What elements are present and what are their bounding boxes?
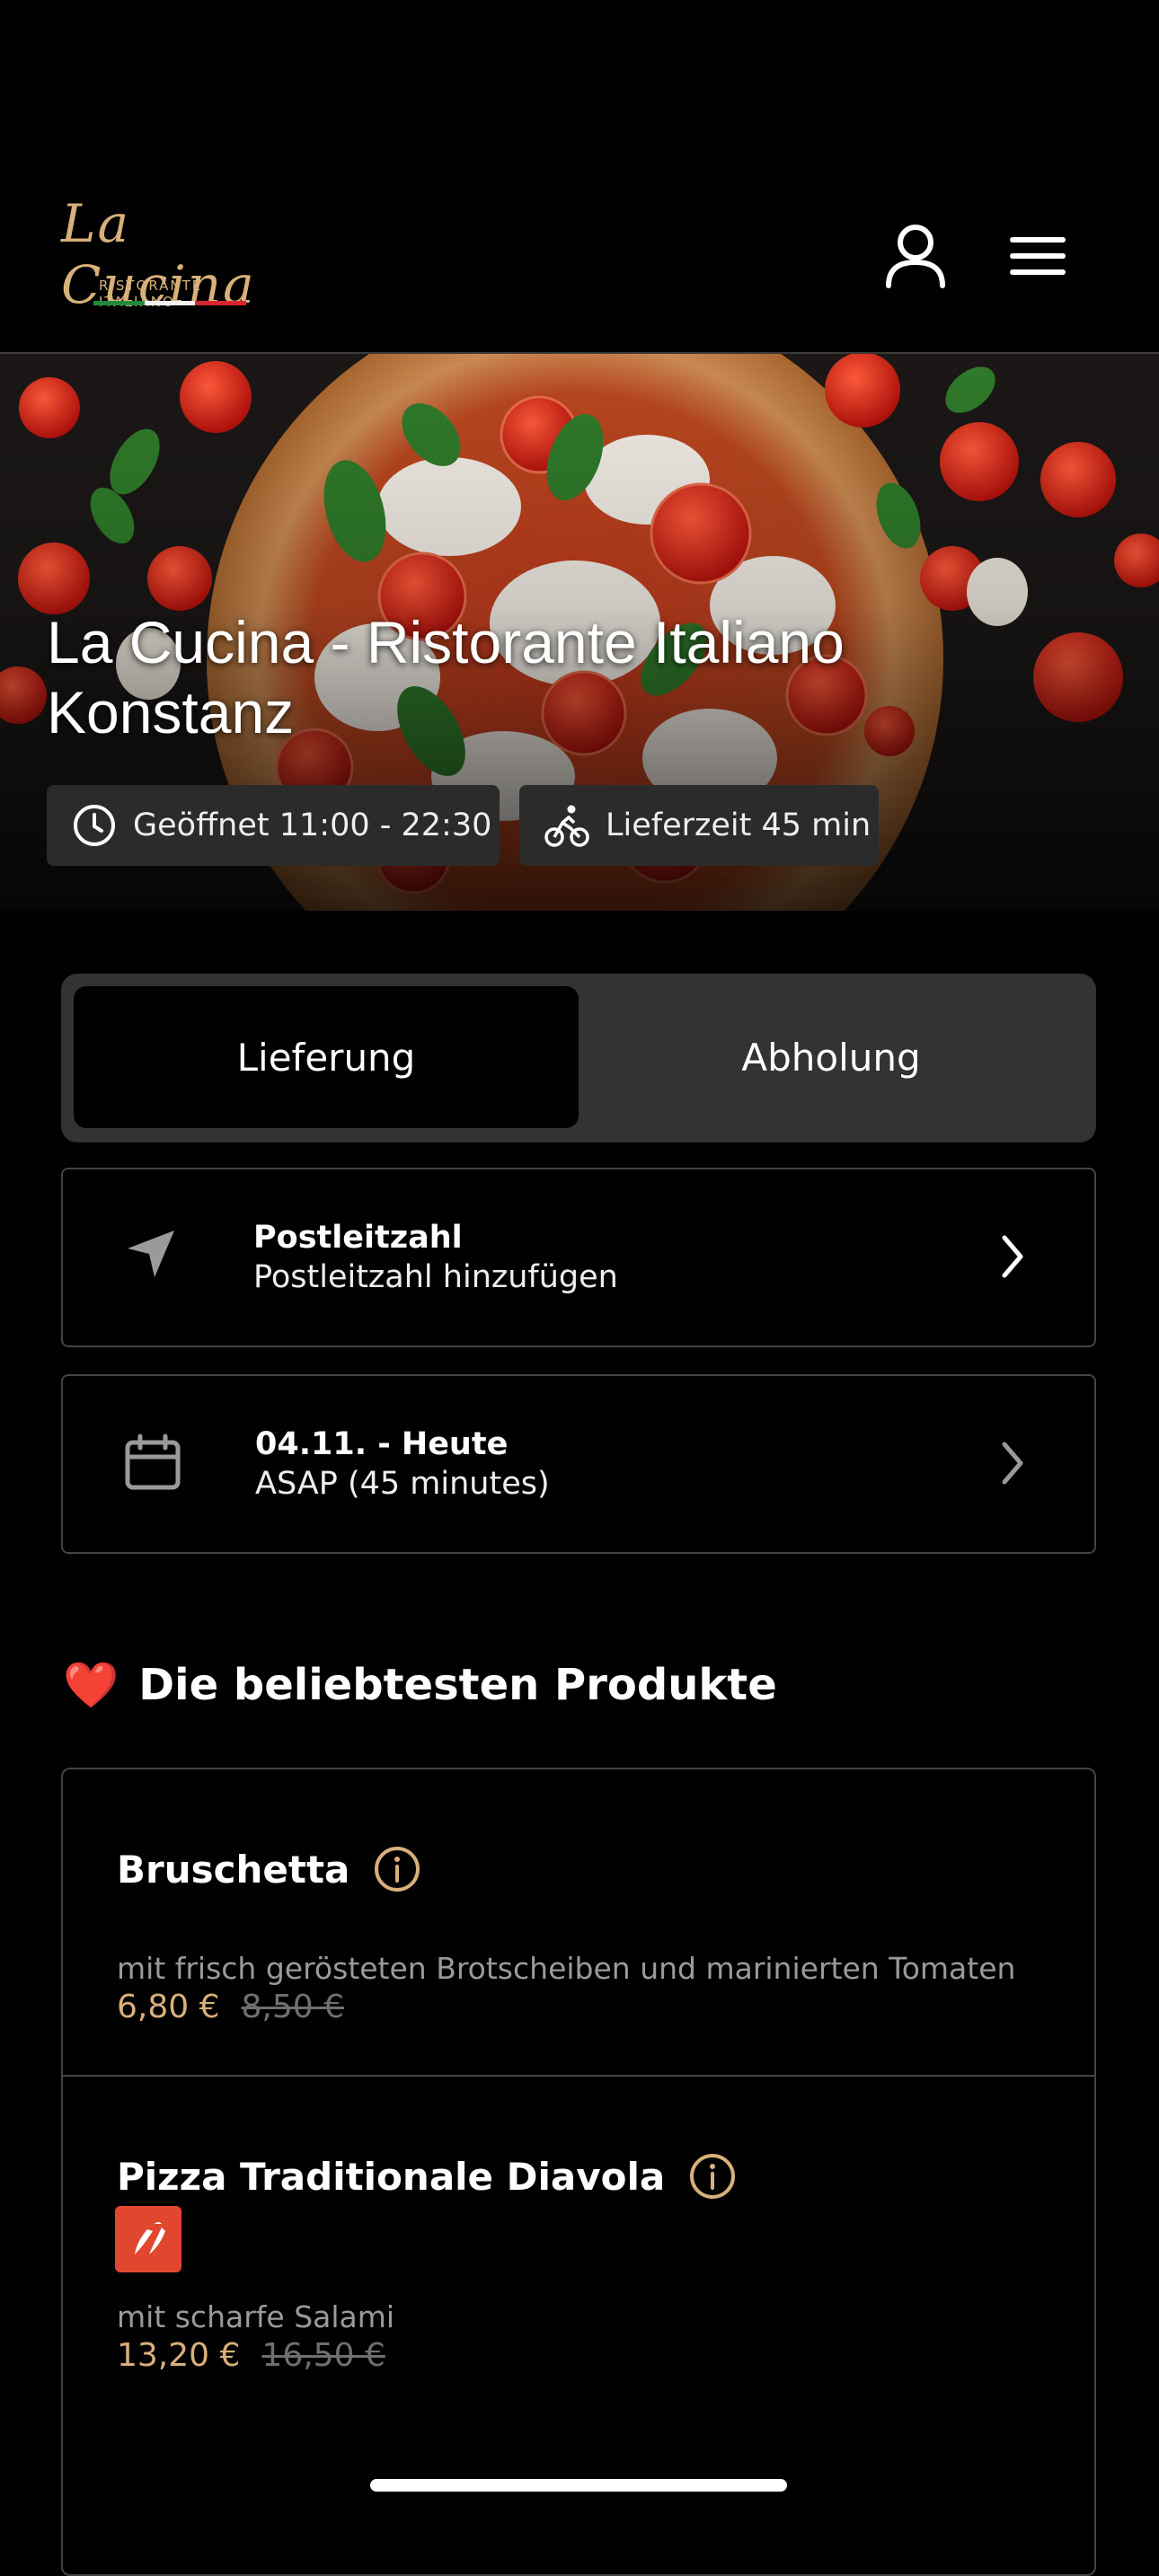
product-name-row: Bruschetta: [117, 1845, 421, 1893]
product-name: Bruschetta: [117, 1847, 350, 1892]
product-price-row: 13,20 € 16,50 €: [117, 2337, 385, 2374]
title-line-1: La Cucina - Ristorante Italiano: [47, 609, 845, 675]
restaurant-logo[interactable]: La Cucina RISTORANTE ITALIANO: [61, 193, 284, 315]
app-header: La Cucina RISTORANTE ITALIANO: [0, 0, 1159, 354]
product-price-row: 6,80 € 8,50 €: [117, 1989, 344, 2025]
info-icon[interactable]: [373, 1845, 421, 1893]
cyclist-icon: [544, 805, 589, 847]
product-card[interactable]: Pizza Traditionale Diavola mit scharfe S…: [63, 2077, 1094, 2574]
home-indicator[interactable]: [370, 2479, 787, 2492]
date-label: 04.11. - Heute: [255, 1426, 509, 1462]
order-mode-toggle: Lieferung Abholung: [61, 974, 1096, 1142]
chevron-right-icon: [1002, 1442, 1023, 1485]
product-card[interactable]: Bruschetta mit frisch gerösteten Brotsch…: [63, 1769, 1094, 2077]
chevron-right-icon: [1002, 1235, 1023, 1278]
delivery-time-chip: Lieferzeit 45 min: [519, 785, 879, 866]
postcode-placeholder: Postleitzahl hinzufügen: [253, 1259, 618, 1295]
product-name: Pizza Traditionale Diavola: [117, 2154, 666, 2199]
opening-hours-chip: Geöffnet 11:00 - 22:30: [47, 785, 500, 866]
popular-products-list: Bruschetta mit frisch gerösteten Brotsch…: [61, 1768, 1096, 2576]
italian-flag-stripe: [93, 301, 247, 305]
product-price: 13,20 €: [117, 2337, 241, 2374]
hamburger-menu-icon[interactable]: [997, 216, 1078, 296]
restaurant-name-title: La Cucina - Ristorante Italiano Konstanz: [47, 607, 1107, 747]
heart-icon: ❤️: [63, 1659, 119, 1711]
tab-delivery[interactable]: Lieferung: [74, 986, 579, 1128]
product-name-row: Pizza Traditionale Diavola: [117, 2152, 737, 2201]
time-label: ASAP (45 minutes): [255, 1466, 550, 1502]
info-icon[interactable]: [688, 2152, 737, 2201]
product-description: mit frisch gerösteten Brotscheiben und m…: [117, 1951, 1016, 1986]
popular-products-title: Die beliebtesten Produkte: [138, 1660, 777, 1710]
tab-pickup[interactable]: Abholung: [579, 986, 1084, 1128]
product-old-price: 16,50 €: [261, 2337, 385, 2374]
chili-icon: [115, 2206, 181, 2272]
user-icon[interactable]: [875, 216, 956, 296]
delivery-date-row[interactable]: 04.11. - Heute ASAP (45 minutes): [61, 1374, 1096, 1554]
product-old-price: 8,50 €: [241, 1989, 345, 2025]
calendar-icon: [125, 1434, 181, 1490]
product-description: mit scharfe Salami: [117, 2299, 395, 2334]
opening-hours-text: Geöffnet 11:00 - 22:30: [133, 807, 492, 843]
title-line-2: Konstanz: [47, 679, 295, 745]
product-price: 6,80 €: [117, 1989, 220, 2025]
postcode-label: Postleitzahl: [253, 1220, 463, 1256]
clock-icon: [74, 805, 115, 846]
delivery-time-text: Lieferzeit 45 min: [606, 807, 871, 843]
popular-products-heading: ❤️ Die beliebtesten Produkte: [63, 1660, 777, 1710]
postcode-row[interactable]: Postleitzahl Postleitzahl hinzufügen: [61, 1168, 1096, 1347]
location-arrow-icon: [128, 1231, 174, 1277]
